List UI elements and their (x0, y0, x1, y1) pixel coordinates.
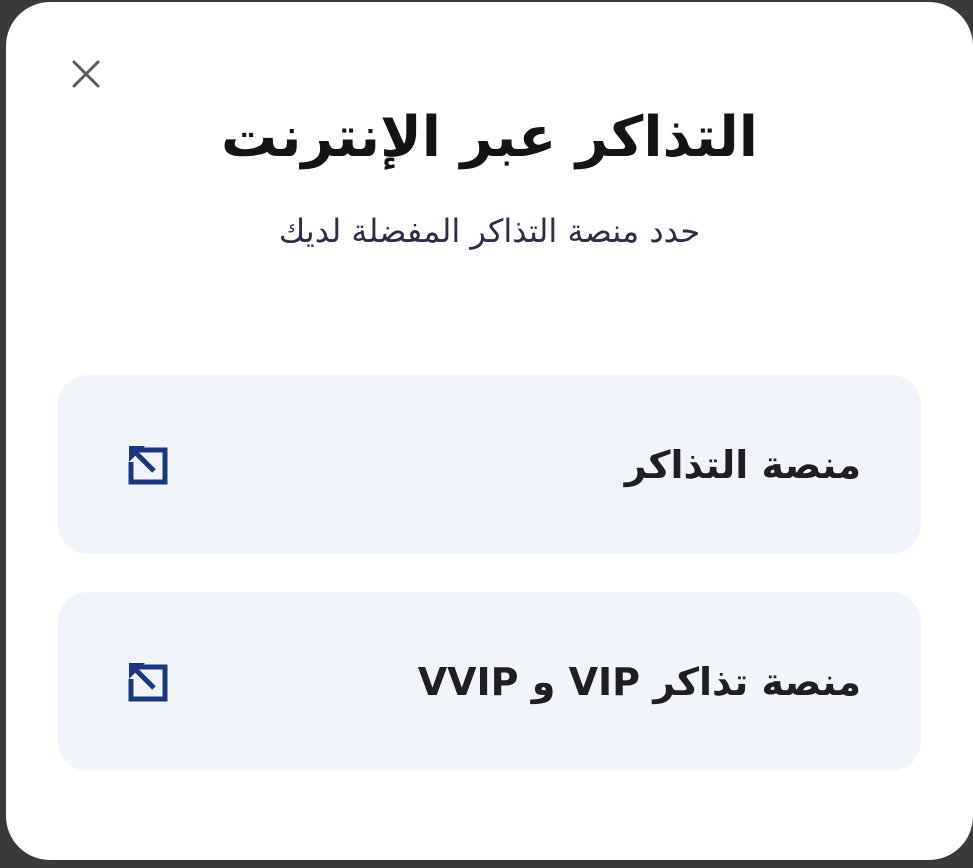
external-link-icon (124, 658, 172, 706)
modal-subtitle: حدد منصة التذاكر المفضلة لديك (278, 212, 701, 250)
modal-title: التذاكر عبر الإنترنت (221, 105, 758, 170)
ticket-platform-modal: التذاكر عبر الإنترنت حدد منصة التذاكر ال… (6, 2, 973, 860)
option-vip-ticket-platform[interactable]: منصة تذاكر VIP و VVIP (58, 592, 921, 771)
option-label: منصة التذاكر (624, 442, 861, 487)
option-label: منصة تذاكر VIP و VVIP (417, 659, 861, 704)
close-button[interactable] (64, 54, 108, 94)
external-link-icon (124, 441, 172, 489)
close-icon (71, 59, 101, 89)
option-ticket-platform[interactable]: منصة التذاكر (58, 375, 921, 554)
